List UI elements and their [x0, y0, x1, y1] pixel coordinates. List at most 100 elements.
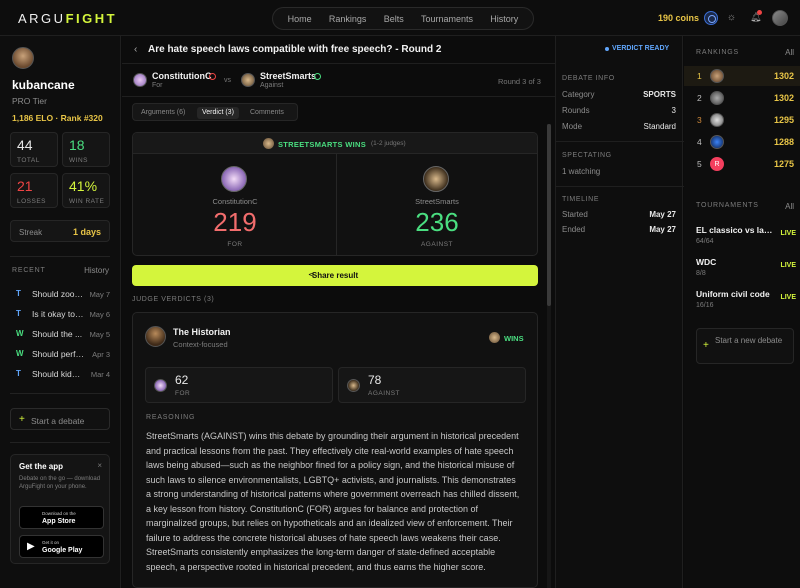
profile-avatar[interactable] — [12, 47, 34, 69]
against-avatar — [347, 379, 360, 392]
sun-icon[interactable]: ☼ — [726, 12, 737, 23]
recent-item[interactable]: T Should zoos... May 7 — [12, 287, 110, 301]
nav-home[interactable]: Home — [288, 14, 312, 24]
logo[interactable]: ARGUFIGHT — [18, 11, 117, 26]
verdict-ready-badge: VERDICT READY — [604, 45, 670, 52]
profile-elo-rank: 1,186 ELO · Rank #320 — [12, 113, 103, 123]
timeline-heading: TIMELINE — [562, 196, 600, 203]
judge-card: The Historian Context-focused WINS 62 FO… — [132, 312, 538, 588]
vs-label: vs — [224, 77, 231, 84]
ranking-row[interactable]: 5 R 1275 — [684, 154, 800, 174]
coin-balance[interactable]: 190 coins — [658, 13, 699, 23]
tab-arguments[interactable]: Arguments (6) — [136, 107, 190, 119]
against-avatar — [423, 166, 449, 192]
rankings-all-link[interactable]: All — [785, 48, 794, 57]
user-avatar[interactable] — [772, 10, 788, 26]
judge-winner-avatar — [489, 332, 500, 343]
for-name: ConstitutionC — [212, 197, 258, 206]
close-icon[interactable]: × — [97, 461, 102, 470]
avatar — [710, 113, 724, 127]
timeline-ended: Ended May 27 — [562, 225, 676, 234]
judge-avatar — [145, 326, 166, 347]
for-participant-name[interactable]: ConstitutionC — [152, 71, 211, 81]
against-name: StreetSmarts — [415, 197, 459, 206]
history-link[interactable]: History — [84, 266, 109, 275]
play-icon: ▶ — [27, 541, 35, 552]
round-indicator: Round 3 of 3 — [498, 77, 541, 86]
spectating-heading: SPECTATING — [562, 152, 612, 159]
debate-info-heading: DEBATE INFO — [562, 75, 615, 82]
against-total-score: 236 — [415, 207, 459, 237]
recent-heading: RECENT — [12, 267, 46, 274]
info-row-category: Category SPORTS — [562, 90, 676, 99]
judge-verdicts-heading: JUDGE VERDICTS (3) — [132, 296, 215, 303]
judge-against-score: 78 AGAINST — [338, 367, 526, 403]
judge-wins-label: WINS — [504, 334, 524, 343]
for-side: For — [152, 82, 163, 89]
avatar: R — [710, 157, 724, 171]
recent-item[interactable]: W Should the ... May 5 — [12, 327, 110, 341]
right-sidebar: RANKINGS All 1 1302 2 1302 3 1295 4 1288… — [684, 36, 800, 588]
against-avatar[interactable] — [241, 73, 255, 87]
google-play-button[interactable]: ▶ Get it on Google Play — [19, 535, 104, 558]
debate-info-panel: DEBATE INFO Category SPORTS Rounds 3 Mode S… — [555, 36, 684, 588]
ranking-row[interactable]: 3 1295 — [684, 110, 800, 130]
avatar — [710, 91, 724, 105]
scrollbar-thumb[interactable] — [547, 124, 551, 306]
profile-username: kubancane — [12, 78, 75, 92]
tab-comments[interactable]: Comments — [245, 107, 289, 119]
winner-check-icon — [314, 73, 321, 80]
against-label: AGAINST — [420, 241, 454, 248]
recent-item[interactable]: W Should perfo... Apr 3 — [12, 347, 110, 361]
ranking-row[interactable]: 2 1302 — [684, 88, 800, 108]
main-nav: Home Rankings Belts Tournaments History — [272, 7, 534, 30]
streak-box: Streak 1 days — [10, 220, 110, 242]
divider — [556, 186, 684, 187]
avatar — [710, 135, 724, 149]
judge-focus: Context-focused — [173, 340, 228, 349]
for-avatar[interactable] — [133, 73, 147, 87]
globe-icon[interactable] — [704, 11, 718, 25]
stat-losses: 21 LOSSES — [10, 173, 58, 208]
against-participant-name[interactable]: StreetSmarts — [260, 71, 316, 81]
share-result-button[interactable]: ⋖ Share result — [132, 265, 538, 286]
start-debate-button[interactable]: + Start a debate — [10, 408, 110, 430]
rankings-heading: RANKINGS — [696, 49, 739, 56]
get-app-card: Get the app × Debate on the go — downloa… — [10, 454, 110, 564]
reasoning-text: StreetSmarts (AGAINST) wins this debate … — [146, 431, 520, 572]
app-store-button[interactable]: Download on the App Store — [19, 506, 104, 529]
ranking-row[interactable]: 1 1302 — [684, 66, 800, 86]
reasoning-heading: REASONING — [146, 414, 196, 421]
judges-note: (1-2 judges) — [371, 140, 406, 147]
start-new-debate-button[interactable]: + Start a new debate — [696, 328, 794, 364]
stat-wins: 18 WINS — [62, 132, 110, 167]
tournaments-heading: TOURNAMENTS — [696, 202, 759, 209]
back-chevron-icon[interactable]: ‹ — [134, 44, 137, 55]
debate-main: ‹ Are hate speech laws compatible with f… — [122, 36, 555, 588]
top-bar: ARGUFIGHT Home Rankings Belts Tournament… — [0, 0, 800, 36]
lost-status-icon — [209, 73, 216, 80]
tournaments-all-link[interactable]: All — [785, 202, 794, 211]
recent-item[interactable]: T Should kids l... Mar 4 — [12, 367, 110, 381]
info-row-mode: Mode Standard — [562, 122, 676, 131]
ranking-row[interactable]: 4 1288 — [684, 132, 800, 152]
nav-rankings[interactable]: Rankings — [329, 14, 367, 24]
nav-history[interactable]: History — [490, 14, 518, 24]
timeline-started: Started May 27 — [562, 210, 676, 219]
divider — [10, 442, 110, 443]
winner-label: STREETSMARTS WINS — [278, 140, 367, 149]
divider — [556, 141, 684, 142]
page-title: Are hate speech laws compatible with fre… — [148, 44, 442, 55]
nav-tournaments[interactable]: Tournaments — [421, 14, 473, 24]
stat-total: 44 TOTAL — [10, 132, 58, 167]
notification-dot — [757, 10, 762, 15]
divider — [122, 96, 555, 97]
tab-verdict[interactable]: Verdict (3) — [197, 107, 239, 119]
against-side: Against — [260, 82, 284, 89]
for-total-score: 219 — [213, 207, 257, 237]
verdict-card: STREETSMARTS WINS (1-2 judges) Constitut… — [132, 132, 538, 256]
recent-item[interactable]: T Is it okay to l... May 6 — [12, 307, 110, 321]
profile-tier: PRO Tier — [12, 96, 47, 106]
for-avatar — [221, 166, 247, 192]
nav-belts[interactable]: Belts — [384, 14, 404, 24]
